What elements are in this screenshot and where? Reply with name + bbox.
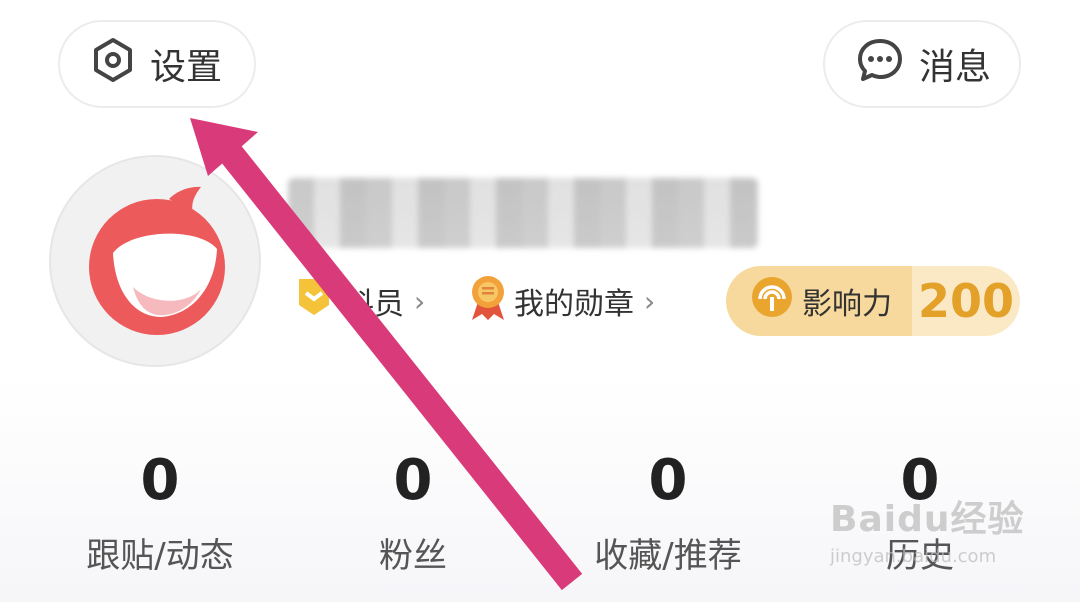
annotation-arrow — [190, 118, 583, 591]
